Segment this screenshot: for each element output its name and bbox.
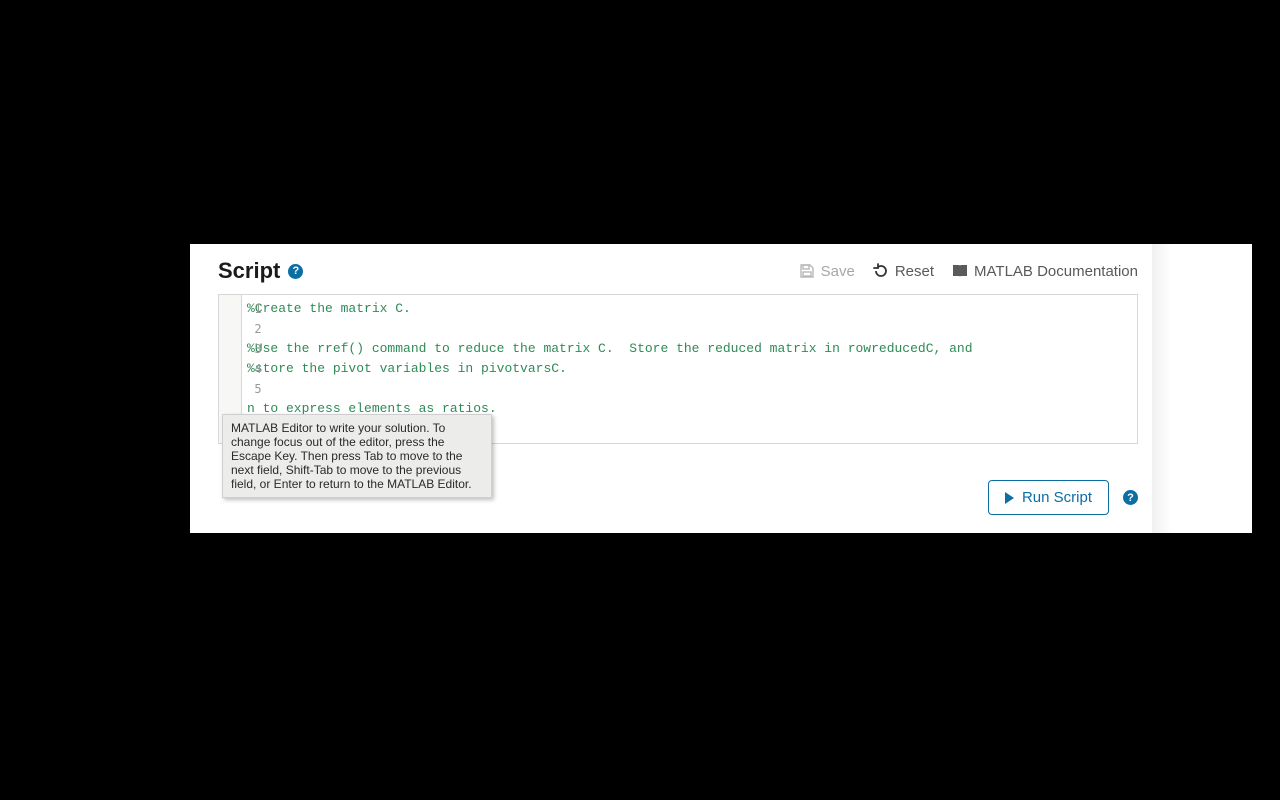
line-number: 1: [247, 299, 269, 319]
docs-link[interactable]: MATLAB Documentation: [952, 263, 1138, 280]
docs-label: MATLAB Documentation: [974, 263, 1138, 280]
code-line[interactable]: %Create the matrix C.: [247, 299, 1131, 319]
code-line[interactable]: %store the pivot variables in pivotvarsC…: [247, 359, 1131, 379]
reset-button[interactable]: Reset: [873, 263, 934, 280]
book-icon: [952, 263, 968, 279]
title-wrap: Script ?: [218, 258, 303, 284]
line-number: 5: [247, 379, 269, 399]
save-icon: [799, 263, 815, 279]
editor-tooltip: MATLAB Editor to write your solution. To…: [222, 414, 492, 498]
run-label: Run Script: [1022, 489, 1092, 506]
play-icon: [1005, 492, 1014, 504]
run-bar: Run Script ?: [988, 480, 1138, 515]
toolbar: Save Reset MATLAB: [799, 263, 1138, 280]
reset-label: Reset: [895, 263, 934, 280]
run-script-button[interactable]: Run Script: [988, 480, 1109, 515]
panel-title: Script: [218, 258, 280, 284]
save-button[interactable]: Save: [799, 263, 855, 280]
help-icon[interactable]: ?: [1123, 490, 1138, 505]
save-label: Save: [821, 263, 855, 280]
reset-icon: [873, 263, 889, 279]
help-icon[interactable]: ?: [288, 264, 303, 279]
code-line[interactable]: %Use the rref() command to reduce the ma…: [247, 339, 1131, 359]
line-number: 2: [247, 319, 269, 339]
line-number: 3: [247, 339, 269, 359]
line-number: 4: [247, 359, 269, 379]
tooltip-text: MATLAB Editor to write your solution. To…: [231, 421, 472, 491]
panel-header: Script ? Save: [190, 244, 1152, 294]
